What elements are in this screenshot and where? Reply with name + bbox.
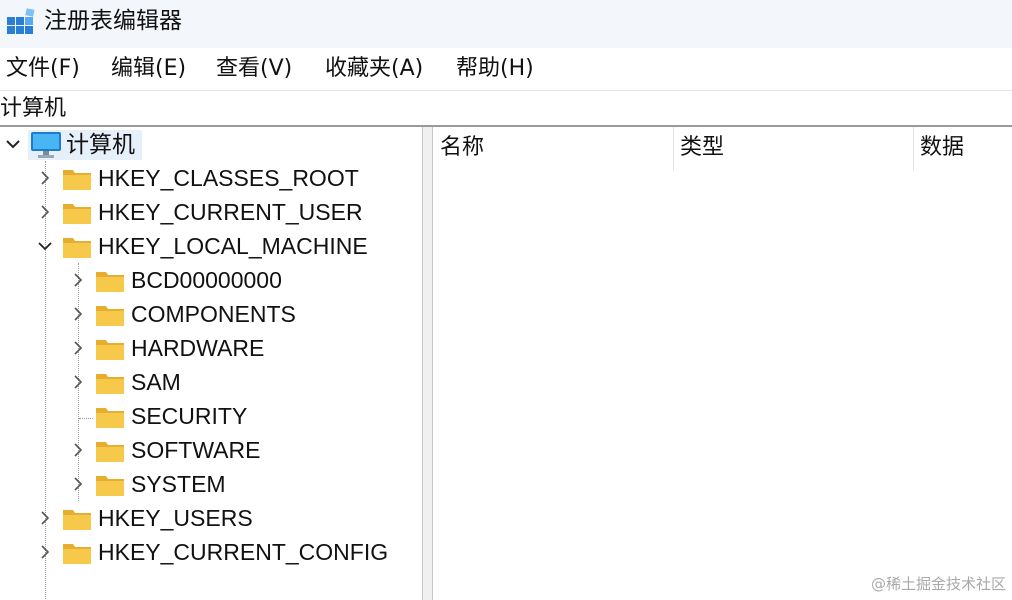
tree-item-software[interactable]: SOFTWARE (0, 433, 420, 467)
menu-help[interactable]: 帮助(H) (456, 54, 534, 84)
menu-view[interactable]: 查看(V) (216, 54, 292, 84)
folder-icon (96, 476, 124, 496)
chevron-right-icon[interactable] (70, 476, 86, 492)
tree-pane: 计算机 HKEY_CLASSES_ROOT HKEY_CURRENT_USER (0, 127, 422, 600)
registry-editor-icon (7, 8, 35, 34)
folder-icon (63, 510, 91, 530)
chevron-down-icon[interactable] (37, 238, 53, 254)
folder-icon (63, 170, 91, 190)
tree-item-label: SAM (131, 369, 181, 395)
chevron-right-icon[interactable] (37, 510, 53, 526)
column-header-name[interactable]: 名称 (440, 127, 484, 169)
chevron-right-icon[interactable] (70, 340, 86, 356)
tree-item-label: HKEY_LOCAL_MACHINE (98, 233, 368, 259)
tree-item-computer[interactable]: 计算机 (0, 127, 420, 161)
tree-item-system[interactable]: SYSTEM (0, 467, 420, 501)
tree-item-sam[interactable]: SAM (0, 365, 420, 399)
menu-favorites[interactable]: 收藏夹(A) (325, 54, 423, 84)
folder-icon (96, 374, 124, 394)
tree-item-label: HKEY_CURRENT_USER (98, 199, 363, 225)
registry-editor-window: 注册表编辑器 文件(F) 编辑(E) 查看(V) 收藏夹(A) 帮助(H) 计算… (0, 0, 1012, 600)
folder-icon (96, 272, 124, 292)
tree-item-label: 计算机 (66, 131, 135, 157)
tree-item-security[interactable]: SECURITY (0, 399, 420, 433)
folder-icon (63, 238, 91, 258)
address-path[interactable]: 计算机 (0, 94, 66, 124)
tree-item-label: HKEY_CLASSES_ROOT (98, 165, 359, 191)
tree-item-label: SYSTEM (131, 471, 226, 497)
column-header-type[interactable]: 类型 (680, 127, 724, 169)
values-list-pane[interactable]: 名称 类型 数据 (433, 127, 1012, 600)
window-title: 注册表编辑器 (44, 8, 182, 34)
folder-icon (63, 204, 91, 224)
tree-item-hkey-users[interactable]: HKEY_USERS (0, 501, 420, 535)
tree-item-bcd[interactable]: BCD00000000 (0, 263, 420, 297)
folder-icon (96, 340, 124, 360)
folder-icon (96, 408, 124, 428)
menu-edit[interactable]: 编辑(E) (111, 54, 186, 84)
address-bar[interactable]: 计算机 (0, 90, 1012, 127)
tree-item-label: BCD00000000 (131, 267, 282, 293)
title-bar: 注册表编辑器 (0, 0, 1012, 48)
column-divider[interactable] (913, 127, 914, 171)
folder-icon (96, 442, 124, 462)
column-divider[interactable] (673, 127, 674, 171)
tree-item-label: HKEY_USERS (98, 505, 253, 531)
column-header-data[interactable]: 数据 (920, 127, 964, 169)
chevron-right-icon[interactable] (70, 374, 86, 390)
tree-item-label: SECURITY (131, 403, 248, 429)
chevron-down-icon[interactable] (5, 136, 21, 152)
tree-item-hardware[interactable]: HARDWARE (0, 331, 420, 365)
tree-item-hkey-current-user[interactable]: HKEY_CURRENT_USER (0, 195, 420, 229)
tree-item-components[interactable]: COMPONENTS (0, 297, 420, 331)
chevron-right-icon[interactable] (37, 170, 53, 186)
folder-icon (96, 306, 124, 326)
menu-bar: 文件(F) 编辑(E) 查看(V) 收藏夹(A) 帮助(H) (0, 48, 1012, 90)
menu-file[interactable]: 文件(F) (6, 54, 80, 84)
chevron-right-icon[interactable] (70, 442, 86, 458)
tree-item-label: HKEY_CURRENT_CONFIG (98, 539, 389, 565)
computer-icon (31, 132, 61, 158)
pane-splitter[interactable] (422, 127, 433, 600)
chevron-right-icon[interactable] (70, 306, 86, 322)
watermark: @稀土掘金技术社区 (870, 575, 1006, 593)
chevron-right-icon[interactable] (70, 272, 86, 288)
tree-item-label: COMPONENTS (131, 301, 296, 327)
tree-item-hkey-classes-root[interactable]: HKEY_CLASSES_ROOT (0, 161, 420, 195)
folder-icon (63, 544, 91, 564)
chevron-right-icon[interactable] (37, 544, 53, 560)
tree-item-label: HARDWARE (131, 335, 265, 361)
tree-item-hkey-local-machine[interactable]: HKEY_LOCAL_MACHINE (0, 229, 420, 263)
tree-item-hkey-current-config[interactable]: HKEY_CURRENT_CONFIG (0, 535, 420, 569)
chevron-right-icon[interactable] (37, 204, 53, 220)
tree-item-label: SOFTWARE (131, 437, 261, 463)
